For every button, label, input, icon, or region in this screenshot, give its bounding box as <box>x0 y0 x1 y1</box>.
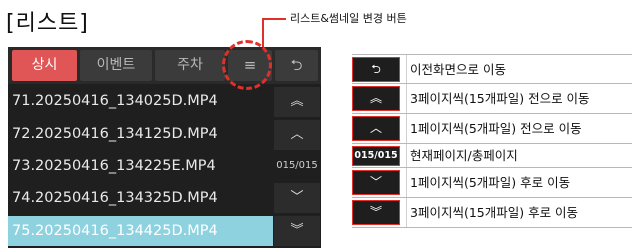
double-chevron-up-icon: ︽ <box>352 86 400 111</box>
double-chevron-down-icon: ︾ <box>290 223 304 238</box>
legend-row: ⮌ 이전화면으로 이동 <box>352 54 632 84</box>
section-title: [리스트] <box>6 11 89 36</box>
divider <box>406 84 407 113</box>
tab-always[interactable]: 상시 <box>12 50 77 81</box>
callout-line-vertical <box>262 18 264 48</box>
double-chevron-up-icon: ︽ <box>290 94 304 109</box>
highlight-circle <box>222 40 272 90</box>
divider <box>406 144 407 167</box>
chevron-up-icon: ︿ <box>290 127 304 142</box>
chevron-up-icon: ︿ <box>352 116 400 141</box>
divider <box>406 168 407 197</box>
file-row[interactable]: 74.20250416_134325D.MP4 <box>8 183 273 213</box>
file-row[interactable]: 72.20250416_134125D.MP4 <box>8 119 273 149</box>
legend-row: ﹀ 1페이지씩(5개파일) 후로 이동 <box>352 168 632 198</box>
back-button[interactable]: ⮌ <box>275 50 318 81</box>
legend-row: 015/015 현재페이지/총페이지 <box>352 144 632 168</box>
prev-3-pages-button[interactable]: ︽ <box>274 87 320 117</box>
callout-line <box>262 18 286 20</box>
callout-label: 리스트&썸네일 변경 버튼 <box>290 12 407 25</box>
tab-event[interactable]: 이벤트 <box>80 50 152 81</box>
next-3-pages-button[interactable]: ︾ <box>274 216 320 246</box>
divider <box>406 55 407 83</box>
legend-row: ︿ 1페이지씩(5개파일) 전으로 이동 <box>352 114 632 144</box>
legend-text: 1페이지씩(5개파일) 후로 이동 <box>410 175 571 190</box>
chevron-down-icon: ﹀ <box>290 190 304 205</box>
legend-text: 이전화면으로 이동 <box>410 62 506 77</box>
file-row-selected[interactable]: 75.20250416_134425D.MP4 <box>8 216 273 246</box>
next-page-button[interactable]: ﹀ <box>274 183 320 213</box>
legend-text: 3페이지씩(15개파일) 후로 이동 <box>410 205 579 220</box>
tab-parking[interactable]: 주차 <box>155 50 225 81</box>
chevron-down-icon: ﹀ <box>352 170 400 195</box>
device-screen: 상시 이벤트 주차 ≡ ⮌ 71.20250416_134025D.MP4 72… <box>8 47 321 248</box>
legend-text: 3페이지씩(15개파일) 전으로 이동 <box>410 91 590 106</box>
page-indicator: 015/015 <box>276 160 318 171</box>
double-chevron-down-icon: ︾ <box>352 200 400 225</box>
divider <box>406 114 407 143</box>
divider <box>406 198 407 227</box>
file-row[interactable]: 71.20250416_134025D.MP4 <box>8 86 273 116</box>
tab-bar: 상시 이벤트 주차 ≡ ⮌ <box>8 47 321 84</box>
file-row[interactable]: 73.20250416_134225E.MP4 <box>8 151 273 181</box>
legend-text: 1페이지씩(5개파일) 전으로 이동 <box>410 121 582 136</box>
back-arrow-icon: ⮌ <box>290 56 303 74</box>
prev-page-button[interactable]: ︿ <box>274 120 320 150</box>
legend-text: 현재페이지/총페이지 <box>410 148 518 163</box>
back-arrow-icon: ⮌ <box>352 57 400 82</box>
legend-row: ︾ 3페이지씩(15개파일) 후로 이동 <box>352 198 632 228</box>
legend-row: ︽ 3페이지씩(15개파일) 전으로 이동 <box>352 84 632 114</box>
page-indicator-icon: 015/015 <box>352 146 400 166</box>
